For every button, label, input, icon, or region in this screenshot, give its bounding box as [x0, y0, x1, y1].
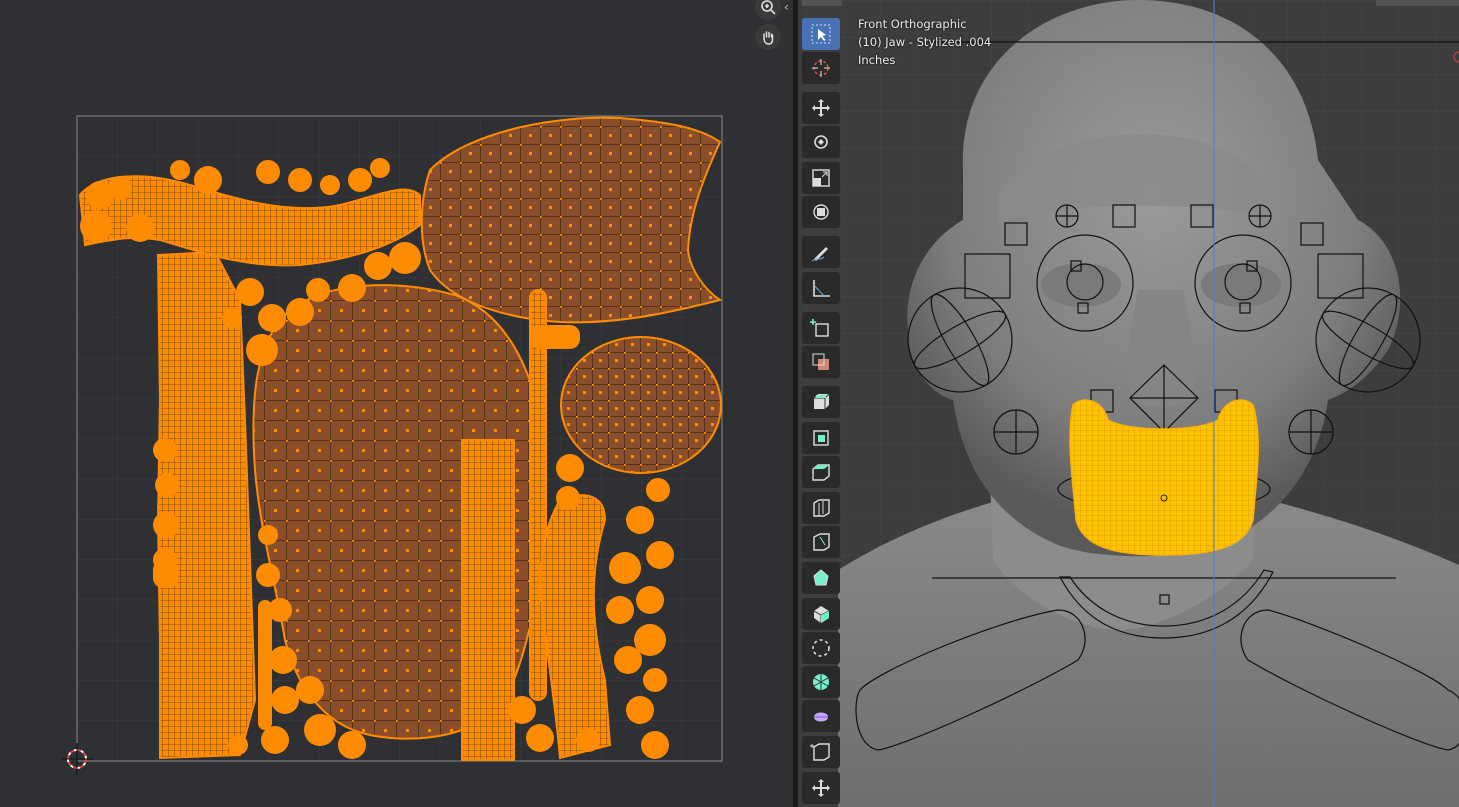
uv-canvas[interactable]: [0, 0, 793, 807]
uv-island-mid-column: [461, 439, 515, 761]
view-name: Front Orthographic: [858, 17, 967, 31]
header-mode-icons[interactable]: [802, 0, 842, 6]
shear-icon[interactable]: [802, 700, 840, 732]
inset-icon[interactable]: [802, 386, 840, 418]
move-icon[interactable]: [802, 92, 840, 124]
shrink-fatten-icon[interactable]: [802, 666, 840, 698]
collapse-arrow-icon[interactable]: ‹: [784, 0, 789, 14]
smooth-icon[interactable]: [802, 598, 840, 630]
header-view-icons[interactable]: [1376, 0, 1459, 6]
loop-cut-icon[interactable]: [802, 456, 840, 488]
knife-icon[interactable]: [802, 492, 840, 524]
uv-island-stick: [529, 289, 547, 701]
units-label: Inches: [858, 53, 896, 67]
tool-shelf: [802, 14, 842, 807]
move-to-icon[interactable]: [802, 772, 840, 804]
edge-slide-icon[interactable]: [802, 632, 840, 664]
rip-icon[interactable]: [802, 736, 840, 768]
3d-viewport[interactable]: Front Orthographic (10) Jaw - Stylized .…: [798, 0, 1459, 807]
add-cube-icon[interactable]: [802, 312, 840, 344]
extrude-icon[interactable]: [802, 346, 840, 378]
spin-icon[interactable]: [802, 562, 840, 594]
uv-island-left-strip: [156, 250, 257, 760]
rotate-icon[interactable]: [802, 126, 840, 158]
object-info: (10) Jaw - Stylized .004: [858, 35, 992, 49]
select-box-icon[interactable]: [802, 18, 840, 50]
poly-build-icon[interactable]: [802, 526, 840, 558]
transform-icon[interactable]: [802, 196, 840, 228]
measure-icon[interactable]: [802, 272, 840, 304]
bevel-icon[interactable]: [802, 422, 840, 454]
scale-icon[interactable]: [802, 162, 840, 194]
uv-island-oval: [560, 336, 722, 474]
annotate-icon[interactable]: [802, 236, 840, 268]
uv-editor[interactable]: ‹: [0, 0, 793, 807]
cursor-icon[interactable]: [802, 52, 840, 84]
uv-island-upper-right: [420, 116, 723, 324]
viewport-canvas[interactable]: [798, 0, 1459, 807]
pan-hand-icon[interactable]: [755, 24, 781, 50]
